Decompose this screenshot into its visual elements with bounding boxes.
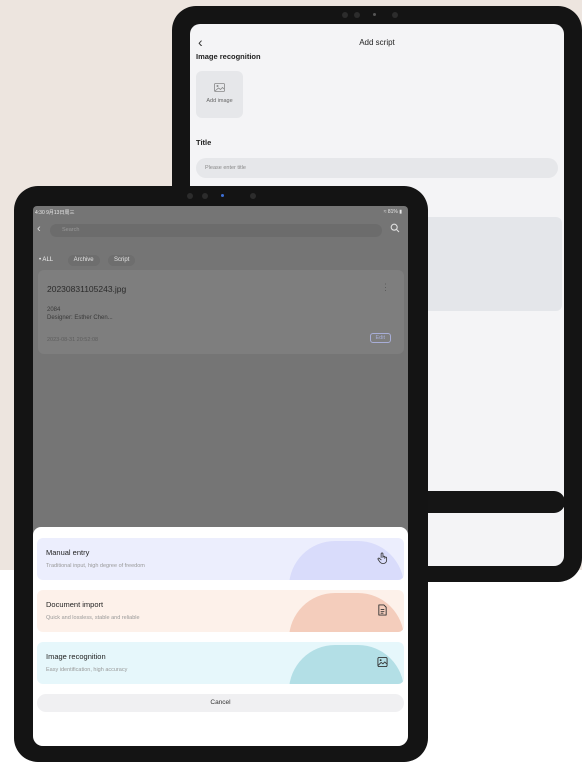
option-title: Image recognition <box>46 652 106 661</box>
camera-dot <box>373 13 376 16</box>
camera-dot <box>202 193 208 199</box>
file-designer: Designer: Esther Chen... <box>47 315 113 321</box>
option-image-recognition[interactable]: Image recognition Easy identification, h… <box>37 642 404 684</box>
search-icon[interactable] <box>390 223 400 233</box>
option-subtitle: Easy identification, high accuracy <box>46 667 128 673</box>
camera-dot <box>187 193 193 199</box>
add-image-label: Add image <box>206 98 233 104</box>
battery-level: 81% <box>387 209 398 215</box>
edit-button[interactable]: Edit <box>369 333 391 343</box>
status-bar: 4:30 9月13日周三 ≈ 81% ▮ <box>35 209 402 216</box>
option-document-import[interactable]: Document import Quick and lossless, stab… <box>37 590 404 632</box>
status-right: ≈ 81% ▮ <box>384 209 402 215</box>
option-title: Document import <box>46 600 104 609</box>
status-time: 4:30 9月13日周三 <box>35 210 75 216</box>
filter-all[interactable]: • ALL <box>39 255 59 266</box>
image-placeholder-icon <box>196 83 243 95</box>
camera-dot <box>221 194 224 197</box>
filter-script[interactable]: Script <box>108 255 136 266</box>
add-image-button[interactable]: Add image <box>196 71 243 118</box>
file-code: 2084 <box>47 307 61 313</box>
filter-archive[interactable]: Archive <box>67 255 100 266</box>
section-label-title: Title <box>196 138 212 147</box>
section-label-image: Image recognition <box>196 52 261 61</box>
more-icon[interactable]: ⋮ <box>381 282 390 293</box>
wifi-icon: ≈ <box>383 209 387 215</box>
action-sheet: Manual entry Traditional input, high deg… <box>33 527 408 746</box>
search-input[interactable]: Search <box>50 224 382 237</box>
camera-dot <box>392 12 398 18</box>
option-manual-entry[interactable]: Manual entry Traditional input, high deg… <box>37 538 404 580</box>
top-bar: ‹ Search <box>33 222 408 238</box>
camera-dot <box>354 12 360 18</box>
file-date: 2023-08-31 20:52:08 <box>47 337 99 343</box>
back-icon[interactable]: ‹ <box>37 223 41 235</box>
camera-dot <box>342 12 348 18</box>
image-icon <box>377 656 388 668</box>
front-screen: 4:30 9月13日周三 ≈ 81% ▮ ‹ Search • ALL Arch… <box>33 206 408 746</box>
content-card <box>418 217 562 311</box>
filter-tabs: • ALL Archive Script <box>39 248 139 266</box>
file-name: 20230831105243.jpg <box>47 284 127 294</box>
hand-pointer-icon <box>377 552 388 564</box>
option-title: Manual entry <box>46 548 90 557</box>
cancel-button[interactable]: Cancel <box>37 694 404 712</box>
title-input[interactable]: Please enter title <box>196 158 558 178</box>
battery-icon: ▮ <box>399 209 402 215</box>
camera-dot <box>250 193 256 199</box>
submit-bar[interactable] <box>415 491 564 513</box>
option-subtitle: Quick and lossless, stable and reliable <box>46 615 140 621</box>
front-tablet: 4:30 9月13日周三 ≈ 81% ▮ ‹ Search • ALL Arch… <box>14 186 428 762</box>
file-card[interactable]: 20230831105243.jpg ⋮ 2084 Designer: Esth… <box>38 270 404 354</box>
option-subtitle: Traditional input, high degree of freedo… <box>46 563 145 569</box>
document-icon <box>378 604 387 616</box>
page-title: Add script <box>359 38 395 47</box>
